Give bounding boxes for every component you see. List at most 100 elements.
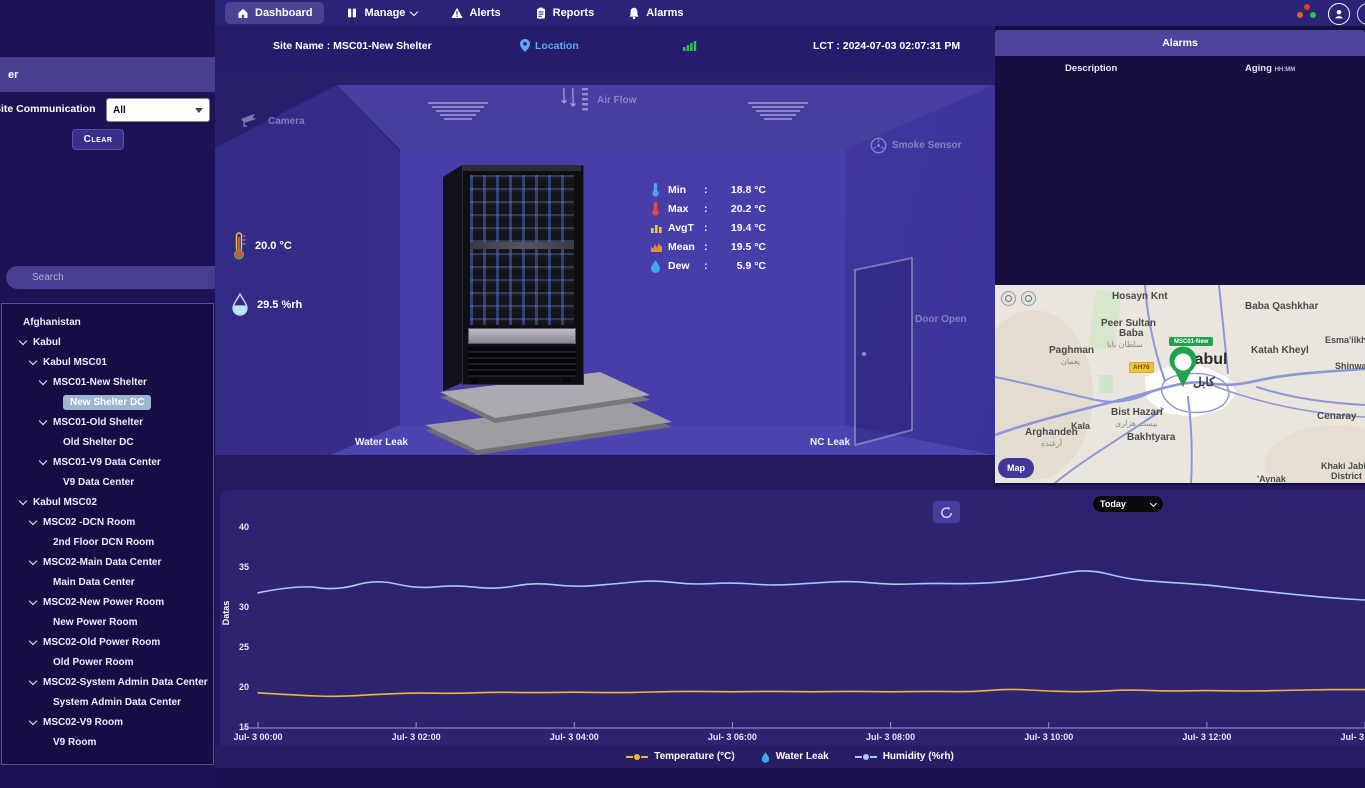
tree-item-2nd-floor-dcn-room[interactable]: 2nd Floor DCN Room [2, 532, 251, 552]
x-axis-labels: Jul- 3 00:00Jul- 3 02:00Jul- 3 04:00Jul-… [215, 732, 1365, 746]
tree-item-new-power-room[interactable]: New Power Room [2, 612, 251, 632]
tree-item-msc02-old-power-room[interactable]: MSC02-Old Power Room [2, 632, 241, 652]
map-label: Baba Qashkhar [1245, 301, 1318, 312]
map-label: Baba [1119, 328, 1143, 339]
chevron-down-icon[interactable] [29, 517, 37, 525]
tree-item-msc02-dcn-room[interactable]: MSC02 -DCN Room [2, 512, 241, 532]
rack-vent [468, 347, 576, 377]
map-widget[interactable]: Hosayn KntBaba QashkharPeer SultanBabaسل… [995, 285, 1365, 483]
chart-legend: Temperature (°C) Water Leak Humidity (%rh) [215, 745, 1365, 768]
stat-value: 5.9 °C [718, 260, 766, 272]
tree-item-afghanistan[interactable]: Afghanistan [2, 312, 221, 332]
stat-row-mean: Mean:19.5 °C [650, 237, 766, 256]
tree-item-label: Main Data Center [53, 577, 135, 588]
map-label: Esma'ilkhe [1325, 335, 1365, 345]
tree-item-kabul[interactable]: Kabul [2, 332, 231, 352]
air-flow-indicator: Air Flow [560, 87, 636, 113]
nav-alarms[interactable]: Alarms [616, 2, 695, 24]
location-pin-icon [520, 39, 530, 52]
signal-strength-icon [683, 26, 697, 65]
tree-item-label: Kabul MSC02 [33, 497, 97, 508]
map-button[interactable]: Map [998, 458, 1034, 478]
rack-top-trim [463, 166, 581, 171]
search-input[interactable] [6, 266, 244, 289]
stat-label: Min [668, 184, 704, 196]
tree-item-msc02-main-data-center[interactable]: MSC02-Main Data Center [2, 552, 241, 572]
legend-label: Water Leak [776, 751, 829, 762]
nav-alerts[interactable]: Alerts [439, 2, 512, 24]
nav-manage-label: Manage [364, 7, 405, 19]
chevron-down-icon[interactable] [29, 637, 37, 645]
line-dot-marker [855, 754, 877, 760]
x-tick-label: Jul- 3 12:00 [1162, 732, 1252, 742]
x-tick-label: Jul- 3 02:00 [371, 732, 461, 742]
line-dot-marker [626, 754, 648, 760]
bars-icon [650, 221, 668, 234]
tree-item-old-power-room[interactable]: Old Power Room [2, 652, 251, 672]
tree-item-main-data-center[interactable]: Main Data Center [2, 572, 251, 592]
legend-item-humidity-rh-[interactable]: Humidity (%rh) [855, 751, 954, 762]
chevron-down-icon[interactable] [29, 597, 37, 605]
nav-manage[interactable]: Manage [334, 2, 429, 24]
nav-dashboard[interactable]: Dashboard [225, 2, 324, 24]
timeseries-chart [215, 455, 1365, 745]
legend-item-water-leak[interactable]: Water Leak [761, 751, 829, 763]
tree-item-msc02-system-admin-data-center[interactable]: MSC02-System Admin Data Center [2, 672, 241, 692]
tree-item-msc01-v9-data-center[interactable]: MSC01-V9 Data Center [2, 452, 251, 472]
location-link[interactable]: Location [520, 26, 579, 65]
map-label: Arghandeh [1025, 427, 1078, 438]
room-humidity-readout: 29.5 %rh [231, 293, 302, 317]
tree-item-kabul-msc01[interactable]: Kabul MSC01 [2, 352, 241, 372]
chevron-down-icon[interactable] [19, 497, 27, 505]
site-info-bar: Site Name : MSC01-New Shelter Location L… [215, 26, 995, 66]
chevron-down-icon[interactable] [39, 417, 47, 425]
chevron-down-icon[interactable] [29, 677, 37, 685]
peaks-icon [650, 240, 668, 253]
tree-item-kabul-msc02[interactable]: Kabul MSC02 [2, 492, 231, 512]
tree-item-label: New Power Room [53, 617, 137, 628]
stat-value: 18.8 °C [718, 184, 766, 196]
tree-item-msc01-old-shelter[interactable]: MSC01-Old Shelter [2, 412, 251, 432]
chevron-down-icon[interactable] [39, 377, 47, 385]
map-control-icon[interactable] [1021, 291, 1036, 306]
stat-value: 19.5 °C [718, 241, 766, 253]
top-nav: Dashboard Manage Alerts Reports Alarms [215, 0, 1365, 26]
chevron-down-icon[interactable] [39, 457, 47, 465]
nav-reports[interactable]: Reports [523, 2, 607, 24]
stat-row-max: Max:20.2 °C [650, 199, 766, 218]
tree-item-msc02-new-power-room[interactable]: MSC02-New Power Room [2, 592, 241, 612]
chevron-down-icon[interactable] [29, 557, 37, 565]
report-icon [535, 7, 547, 19]
stat-row-avgt: AvgT:19.4 °C [650, 218, 766, 237]
room-temperature-value: 20.0 °C [255, 240, 292, 252]
map-label: Cenaray [1317, 411, 1356, 422]
nav-alarms-label: Alarms [646, 7, 683, 19]
tree-item-msc01-new-shelter[interactable]: MSC01-New Shelter [2, 372, 251, 392]
stat-label: Max [668, 203, 704, 215]
bell-icon [628, 7, 640, 20]
alert-triangle-icon [451, 7, 463, 19]
site-communication-select[interactable]: All [106, 98, 210, 122]
tree-item-label: MSC02-V9 Room [43, 717, 123, 728]
site-marker-pin[interactable] [1163, 343, 1203, 389]
rack-psu [468, 328, 576, 344]
manage-icon [346, 7, 358, 19]
alarms-col-aging: Aging HH:MM [1245, 63, 1295, 74]
chevron-down-icon[interactable] [29, 357, 37, 365]
legend-item-temperature-c-[interactable]: Temperature (°C) [626, 751, 735, 762]
chevron-down-icon[interactable] [19, 337, 27, 345]
tree-item-label: MSC01-New Shelter [53, 377, 147, 388]
user-avatar[interactable] [1328, 3, 1350, 25]
dashboard-app: Dashboard Manage Alerts Reports Alarms e [0, 0, 1365, 788]
clear-button[interactable]: Clear [72, 129, 124, 150]
smoke-sensor-indicator: Smoke Sensor [870, 137, 961, 154]
tree-item-label: MSC02-System Admin Data Center [43, 677, 208, 688]
chevron-down-icon[interactable] [29, 717, 37, 725]
stat-label: AvgT [668, 222, 704, 234]
rack-foot [563, 377, 570, 382]
tree-item-label: MSC02-New Power Room [43, 597, 164, 608]
map-control-icon[interactable] [1001, 291, 1016, 306]
nc-leak-label: NC Leak [810, 437, 850, 448]
tree-item-system-admin-data-center[interactable]: System Admin Data Center [2, 692, 251, 712]
tree-item-msc02-v9-room[interactable]: MSC02-V9 Room [2, 712, 241, 732]
